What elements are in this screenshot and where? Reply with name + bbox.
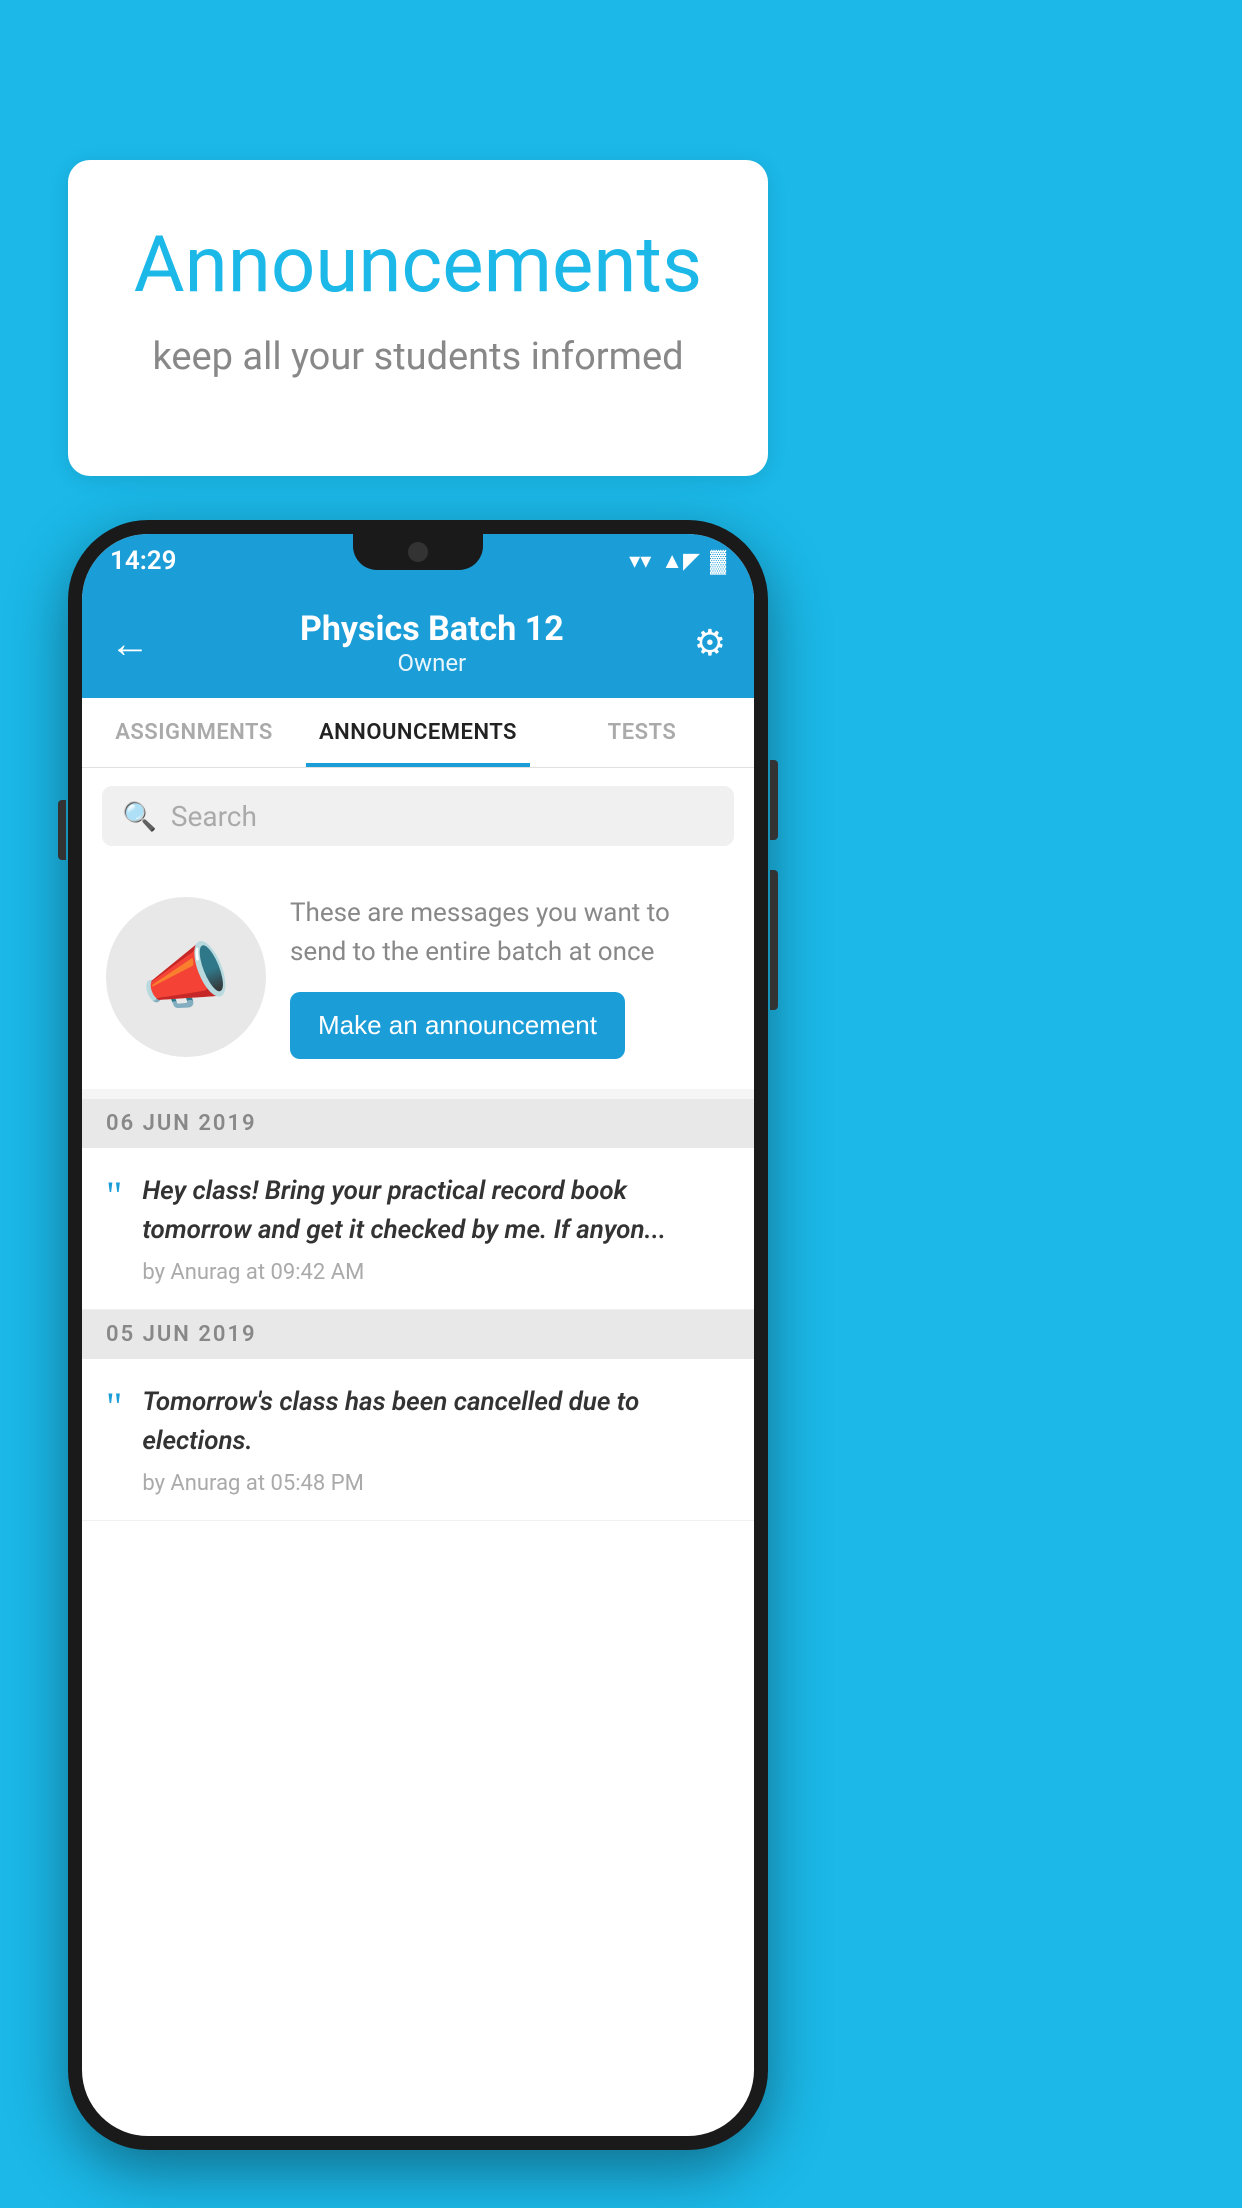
gear-icon[interactable]: ⚙ [694,622,726,664]
phone-screen: 14:29 ▾▾ ▲◤ ▓ ← Physics Batch 12 Owner ⚙ [82,534,754,2136]
announcement-meta-2: by Anurag at 05:48 PM [142,1471,730,1496]
camera-dot [408,542,428,562]
announcement-text-2: Tomorrow's class has been cancelled due … [142,1383,730,1461]
status-time: 14:29 [110,546,177,576]
signal-icon: ▲◤ [661,548,700,574]
phone-outer: 14:29 ▾▾ ▲◤ ▓ ← Physics Batch 12 Owner ⚙ [68,520,768,2150]
search-icon: 🔍 [122,800,157,833]
side-button-right-1 [770,760,778,840]
announcement-item-1[interactable]: " Hey class! Bring your practical record… [82,1148,754,1310]
bubble-title: Announcements [118,220,718,311]
promo-description: These are messages you want to send to t… [290,894,730,972]
phone-wrapper: 14:29 ▾▾ ▲◤ ▓ ← Physics Batch 12 Owner ⚙ [68,520,768,2150]
promo-content: These are messages you want to send to t… [290,894,730,1059]
announcement-meta-1: by Anurag at 09:42 AM [142,1260,730,1285]
quote-icon-2: " [106,1387,122,1427]
announcement-content-1: Hey class! Bring your practical record b… [142,1172,730,1285]
search-bar[interactable]: 🔍 Search [102,786,734,846]
header-center: Physics Batch 12 Owner [170,609,694,677]
announcement-text-1: Hey class! Bring your practical record b… [142,1172,730,1250]
bubble-subtitle: keep all your students informed [118,335,718,379]
date-separator-2: 05 JUN 2019 [82,1310,754,1359]
battery-icon: ▓ [710,548,726,574]
tabs-bar: ASSIGNMENTS ANNOUNCEMENTS TESTS [82,698,754,768]
tab-announcements[interactable]: ANNOUNCEMENTS [306,698,530,767]
speech-bubble: Announcements keep all your students inf… [68,160,768,476]
search-container: 🔍 Search [82,768,754,864]
announcement-content-2: Tomorrow's class has been cancelled due … [142,1383,730,1496]
header-subtitle: Owner [170,649,694,677]
announcement-promo: 📣 These are messages you want to send to… [82,864,754,1089]
wifi-icon: ▾▾ [629,549,651,574]
back-button[interactable]: ← [110,620,150,667]
side-button-right-2 [770,870,778,1010]
promo-icon-circle: 📣 [106,897,266,1057]
side-button-left [58,800,66,860]
tab-tests[interactable]: TESTS [530,698,754,767]
phone-notch [353,534,483,570]
tab-assignments[interactable]: ASSIGNMENTS [82,698,306,767]
megaphone-icon: 📣 [141,934,231,1019]
search-placeholder: Search [171,800,257,833]
announcement-item-2[interactable]: " Tomorrow's class has been cancelled du… [82,1359,754,1521]
quote-icon-1: " [106,1176,122,1216]
header-title: Physics Batch 12 [170,609,694,649]
app-header: ← Physics Batch 12 Owner ⚙ [82,588,754,698]
speech-bubble-container: Announcements keep all your students inf… [68,160,768,476]
make-announcement-button[interactable]: Make an announcement [290,992,625,1059]
date-separator-1: 06 JUN 2019 [82,1099,754,1148]
status-icons: ▾▾ ▲◤ ▓ [629,548,726,574]
content-area: 🔍 Search 📣 These are messages you want t… [82,768,754,1521]
